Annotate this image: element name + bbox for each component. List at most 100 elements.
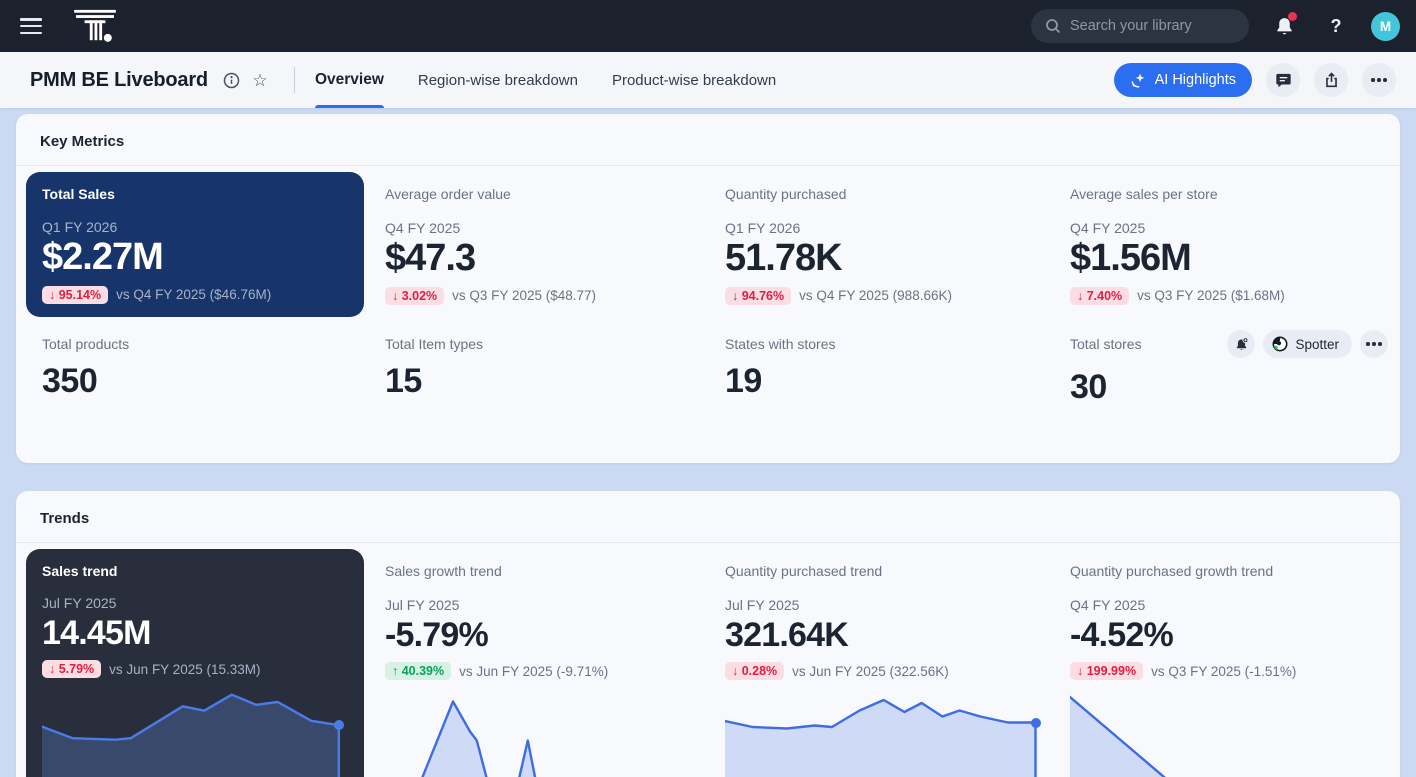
trend-value: -5.79% <box>385 616 725 655</box>
alert-button[interactable] <box>1227 330 1255 358</box>
ellipsis-icon <box>1371 78 1387 82</box>
spotter-icon <box>1272 336 1288 352</box>
avatar[interactable]: M <box>1371 12 1400 41</box>
stat-states-with-stores[interactable]: States with stores 19 <box>725 330 1070 407</box>
stats-row: Total products 350 Total Item types 15 S… <box>26 330 1390 463</box>
trend-card-sales-trend[interactable]: Sales trend Jul FY 2025 14.45M ↓ 5.79% v… <box>26 549 364 777</box>
comments-button[interactable] <box>1266 63 1300 97</box>
delta-badge: ↑ 40.39% <box>385 662 451 680</box>
tab-product-wise-breakdown[interactable]: Product-wise breakdown <box>612 52 776 108</box>
comparison-text: vs Jun FY 2025 (-9.71%) <box>459 664 608 679</box>
comparison-text: vs Q4 FY 2025 ($46.76M) <box>116 287 271 302</box>
kpi-value: $1.56M <box>1070 238 1390 280</box>
sales-trend-sparkline[interactable] <box>42 686 348 777</box>
divider <box>294 67 295 93</box>
menu-icon[interactable] <box>20 18 42 34</box>
logo-icon <box>74 8 116 44</box>
stat-value: 15 <box>385 362 725 401</box>
trend-period: Jul FY 2025 <box>385 597 725 613</box>
tile-hover-toolbar: Spotter <box>1227 330 1388 358</box>
info-button[interactable] <box>218 66 246 94</box>
kpi-period: Q4 FY 2025 <box>1070 220 1390 236</box>
kpi-period: Q4 FY 2025 <box>385 220 725 236</box>
stat-value: 19 <box>725 362 1070 401</box>
trend-label: Sales trend <box>42 563 348 579</box>
search-input[interactable]: Search your library <box>1031 9 1249 43</box>
tile-more-button[interactable] <box>1360 330 1388 358</box>
spotter-button[interactable]: Spotter <box>1263 330 1352 358</box>
delta-badge: ↓ 199.99% <box>1070 662 1143 680</box>
thoughtspot-logo[interactable] <box>74 8 116 44</box>
spotter-label: Spotter <box>1295 337 1339 352</box>
top-nav-bar: Search your library ? M <box>0 0 1416 52</box>
star-icon: ☆ <box>252 72 267 89</box>
liveboard-canvas: Key Metrics Total Sales Q1 FY 2026 $2.27… <box>0 108 1416 777</box>
search-placeholder: Search your library <box>1070 18 1192 34</box>
delta-badge: ↓ 95.14% <box>42 286 108 304</box>
latest-point-dot <box>1031 718 1041 728</box>
kpi-value: $47.3 <box>385 238 725 280</box>
trend-value: 14.45M <box>42 614 348 653</box>
kpi-label: Total Sales <box>42 186 348 202</box>
trend-row: Sales trend Jul FY 2025 14.45M ↓ 5.79% v… <box>26 549 1390 777</box>
kpi-card-total-sales[interactable]: Total Sales Q1 FY 2026 $2.27M ↓ 95.14% v… <box>26 172 364 317</box>
tab-region-wise-breakdown[interactable]: Region-wise breakdown <box>418 52 578 108</box>
comparison-text: vs Q4 FY 2025 (988.66K) <box>799 288 952 303</box>
comparison-text: vs Jun FY 2025 (15.33M) <box>109 662 260 677</box>
key-metrics-panel: Key Metrics Total Sales Q1 FY 2026 $2.27… <box>16 114 1400 463</box>
kpi-period: Q1 FY 2026 <box>42 219 348 235</box>
tab-overview[interactable]: Overview <box>315 52 384 108</box>
delta-badge: ↓ 0.28% <box>725 662 784 680</box>
stat-total-item-types[interactable]: Total Item types 15 <box>385 330 725 407</box>
liveboard-tabs: Overview Region-wise breakdown Product-w… <box>315 52 776 108</box>
stat-label: States with stores <box>725 336 1070 352</box>
notifications-button[interactable] <box>1267 9 1301 43</box>
stat-value: 350 <box>42 362 385 401</box>
trend-value: 321.64K <box>725 616 1070 655</box>
trend-label: Quantity purchased trend <box>725 563 1070 579</box>
quantity-purchased-sparkline[interactable] <box>725 694 1070 777</box>
trends-panel: Trends Sales trend Jul FY 2025 14.45M ↓ … <box>16 491 1400 777</box>
stat-total-stores[interactable]: Total stores <box>1070 330 1390 407</box>
trend-label: Sales growth trend <box>385 563 725 579</box>
trend-period: Q4 FY 2025 <box>1070 597 1390 613</box>
ai-highlights-button[interactable]: AI Highlights <box>1114 63 1252 97</box>
favorite-button[interactable]: ☆ <box>246 66 274 94</box>
kpi-average-order-value[interactable]: Average order value Q4 FY 2025 $47.3 ↓ 3… <box>385 172 725 317</box>
kpi-label: Average order value <box>385 186 725 202</box>
help-button[interactable]: ? <box>1319 9 1353 43</box>
comparison-text: vs Q3 FY 2025 ($1.68M) <box>1137 288 1285 303</box>
delta-badge: ↓ 3.02% <box>385 287 444 305</box>
app-root: Search your library ? M PMM BE Liveboard… <box>0 0 1416 777</box>
latest-point-dot <box>334 720 344 730</box>
bell-plus-icon <box>1234 337 1249 352</box>
comparison-text: vs Q3 FY 2025 ($48.77) <box>452 288 596 303</box>
share-icon <box>1323 72 1340 89</box>
delta-badge: ↓ 5.79% <box>42 660 101 678</box>
more-options-button[interactable] <box>1362 63 1396 97</box>
liveboard-header: PMM BE Liveboard ☆ Overview Region-wise … <box>0 52 1416 108</box>
kpi-label: Quantity purchased <box>725 186 1070 202</box>
kpi-quantity-purchased[interactable]: Quantity purchased Q1 FY 2026 51.78K ↓ 9… <box>725 172 1070 317</box>
trend-card-quantity-purchased-growth-trend[interactable]: Quantity purchased growth trend Q4 FY 20… <box>1070 549 1390 777</box>
stat-total-products[interactable]: Total products 350 <box>26 330 385 407</box>
stat-label: Total stores <box>1070 336 1142 352</box>
quantity-growth-sparkline[interactable] <box>1070 694 1390 777</box>
sales-growth-sparkline[interactable] <box>385 694 725 777</box>
ellipsis-icon <box>1366 342 1382 346</box>
trend-card-quantity-purchased-trend[interactable]: Quantity purchased trend Jul FY 2025 321… <box>725 549 1070 777</box>
trend-label: Quantity purchased growth trend <box>1070 563 1390 579</box>
kpi-label: Average sales per store <box>1070 186 1390 202</box>
kpi-value: 51.78K <box>725 238 1070 280</box>
info-icon <box>223 72 240 89</box>
key-metrics-title: Key Metrics <box>16 114 1400 166</box>
kpi-average-sales-per-store[interactable]: Average sales per store Q4 FY 2025 $1.56… <box>1070 172 1390 317</box>
trend-card-sales-growth-trend[interactable]: Sales growth trend Jul FY 2025 -5.79% ↑ … <box>385 549 725 777</box>
share-button[interactable] <box>1314 63 1348 97</box>
trend-value: -4.52% <box>1070 616 1390 655</box>
trends-title: Trends <box>16 491 1400 543</box>
kpi-value: $2.27M <box>42 237 348 279</box>
search-icon <box>1045 18 1061 34</box>
page-title: PMM BE Liveboard <box>30 69 208 92</box>
delta-badge: ↓ 7.40% <box>1070 287 1129 305</box>
